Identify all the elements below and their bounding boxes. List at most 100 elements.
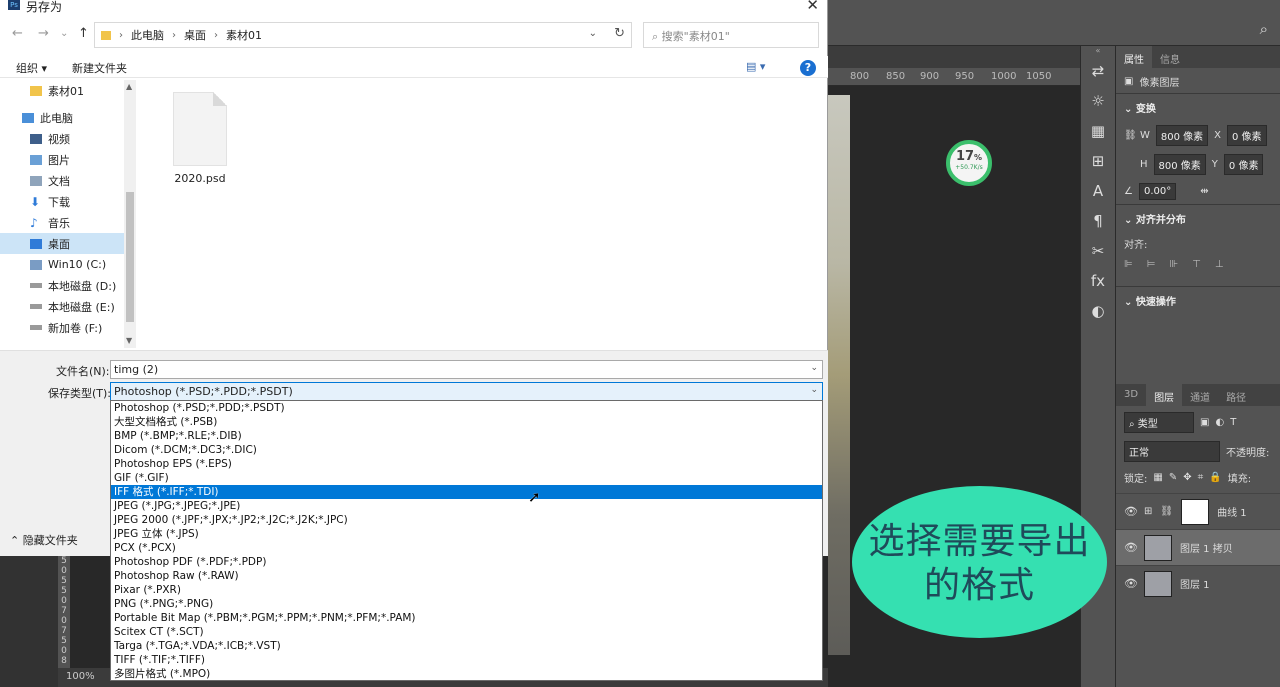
format-option[interactable]: Photoshop EPS (*.EPS) <box>111 457 822 471</box>
breadcrumb-desktop[interactable]: 桌面 <box>184 27 206 43</box>
align-center-icon[interactable]: ⊨ <box>1147 259 1156 270</box>
collapse-icon[interactable]: « <box>1081 46 1115 56</box>
transform-section[interactable]: ⌄ 变换 <box>1116 93 1280 121</box>
refresh-icon[interactable]: ↻ <box>614 26 625 41</box>
up-arrow-icon[interactable]: ↑ <box>78 26 89 41</box>
layer-filter-select[interactable]: ⌕ 类型 <box>1124 412 1194 433</box>
format-option[interactable]: Targa (*.TGA;*.VDA;*.ICB;*.VST) <box>111 639 822 653</box>
flip-horizontal-icon[interactable]: ⇹ <box>1200 186 1208 197</box>
tree-item-drive-c[interactable]: Win10 (C:) <box>0 254 124 275</box>
back-arrow-icon[interactable]: ← <box>12 26 23 41</box>
format-option[interactable]: GIF (*.GIF) <box>111 471 822 485</box>
tab-layers[interactable]: 图层 <box>1146 384 1183 406</box>
scroll-up-icon[interactable]: ▲ <box>126 82 132 91</box>
breadcrumb-this-pc[interactable]: 此电脑 <box>131 27 164 43</box>
format-option[interactable]: Scitex CT (*.SCT) <box>111 625 822 639</box>
layer-row-copy[interactable]: 👁 图层 1 拷贝 <box>1116 529 1280 565</box>
format-option[interactable]: TIFF (*.TIF;*.TIFF) <box>111 653 822 667</box>
tab-3d[interactable]: 3D <box>1116 384 1146 406</box>
blend-mode-select[interactable]: 正常 <box>1124 441 1220 462</box>
color-icon[interactable]: ☼ <box>1081 86 1115 116</box>
width-field[interactable]: 800 像素 <box>1155 125 1209 146</box>
link-icon[interactable]: ⛓ <box>1124 130 1137 141</box>
tree-item-music[interactable]: ♪ 音乐 <box>0 212 124 233</box>
chevron-down-icon[interactable]: ⌄ <box>810 363 818 373</box>
format-option[interactable]: 多图片格式 (*.MPO) <box>111 667 822 681</box>
tree-item-documents[interactable]: 文档 <box>0 170 124 191</box>
lock-brush-icon[interactable]: ✎ <box>1169 472 1177 483</box>
format-option[interactable]: Pixar (*.PXR) <box>111 583 822 597</box>
tree-item-drive-f[interactable]: 新加卷 (F:) <box>0 317 124 338</box>
tree-scrollbar[interactable]: ▲ ▼ <box>124 80 136 348</box>
tools-icon[interactable]: ✂ <box>1081 236 1115 266</box>
layer-name[interactable]: 图层 1 <box>1180 576 1210 591</box>
align-top-icon[interactable]: ⊤ <box>1192 259 1201 270</box>
layer-row-base[interactable]: 👁 图层 1 <box>1116 565 1280 601</box>
layer-thumbnail[interactable] <box>1144 570 1172 597</box>
eye-icon[interactable]: 👁 <box>1124 541 1138 554</box>
tree-item-downloads[interactable]: ⬇ 下载 <box>0 191 124 212</box>
file-item[interactable]: 2020.psd <box>172 92 228 185</box>
quick-actions-section[interactable]: ⌄ 快速操作 <box>1116 286 1280 314</box>
format-option[interactable]: JPEG (*.JPG;*.JPEG;*.JPE) <box>111 499 822 513</box>
libraries-icon[interactable]: ⊞ <box>1081 146 1115 176</box>
paragraph-icon[interactable]: ¶ <box>1081 206 1115 236</box>
tree-item-desktop[interactable]: 桌面 <box>0 233 124 254</box>
forward-arrow-icon[interactable]: → <box>38 26 49 41</box>
close-button[interactable]: ✕ <box>806 0 819 14</box>
lock-transparent-icon[interactable]: ▦ <box>1153 472 1162 483</box>
eye-icon[interactable]: 👁 <box>1124 505 1138 518</box>
format-option[interactable]: PCX (*.PCX) <box>111 541 822 555</box>
layer-name[interactable]: 曲线 1 <box>1217 504 1247 519</box>
scrollbar-thumb[interactable] <box>126 192 134 322</box>
tree-item-drive-d[interactable]: 本地磁盘 (D:) <box>0 275 124 296</box>
align-middle-icon[interactable]: ⊥ <box>1215 259 1224 270</box>
align-right-icon[interactable]: ⊪ <box>1169 259 1178 270</box>
lock-move-icon[interactable]: ✥ <box>1183 472 1191 483</box>
chevron-down-icon[interactable]: ⌄ <box>589 28 597 39</box>
filter-image-icon[interactable]: ▣ <box>1200 417 1209 428</box>
lock-all-icon[interactable]: 🔒 <box>1209 472 1221 483</box>
format-option[interactable]: Dicom (*.DCM;*.DC3;*.DIC) <box>111 443 822 457</box>
help-icon[interactable]: ? <box>800 60 816 76</box>
search-icon[interactable]: ⌕ <box>1260 20 1268 38</box>
swatches-icon[interactable]: ▦ <box>1081 116 1115 146</box>
align-left-icon[interactable]: ⊫ <box>1124 259 1133 270</box>
eye-icon[interactable]: 👁 <box>1124 577 1138 590</box>
format-option[interactable]: Portable Bit Map (*.PBM;*.PGM;*.PPM;*.PN… <box>111 611 822 625</box>
scroll-down-icon[interactable]: ▼ <box>126 336 132 345</box>
format-option[interactable]: JPEG 立体 (*.JPS) <box>111 527 822 541</box>
tree-item-folder[interactable]: 素材01 <box>0 80 124 101</box>
filter-adjust-icon[interactable]: ◐ <box>1215 417 1224 428</box>
lock-artboard-icon[interactable]: ⌗ <box>1198 472 1204 483</box>
tree-item-pictures[interactable]: 图片 <box>0 149 124 170</box>
chevron-down-icon[interactable]: ⌄ <box>810 385 818 395</box>
format-option[interactable]: Photoshop Raw (*.RAW) <box>111 569 822 583</box>
breadcrumb-folder[interactable]: 素材01 <box>226 27 262 43</box>
address-bar[interactable]: › 此电脑 › 桌面 › 素材01 ⌄ ↻ <box>94 22 632 48</box>
format-option[interactable]: PNG (*.PNG;*.PNG) <box>111 597 822 611</box>
layer-name[interactable]: 图层 1 拷贝 <box>1180 540 1233 555</box>
organize-button[interactable]: 组织 ▾ <box>16 60 47 76</box>
layer-thumbnail[interactable] <box>1144 534 1172 561</box>
adjustments-icon[interactable]: ◐ <box>1081 296 1115 326</box>
new-folder-button[interactable]: 新建文件夹 <box>72 60 127 76</box>
tree-item-videos[interactable]: 视频 <box>0 128 124 149</box>
x-field[interactable]: 0 像素 <box>1227 125 1267 146</box>
recent-locations-icon[interactable]: ⌄ <box>60 28 68 39</box>
hide-folders-toggle[interactable]: ⌃ 隐藏文件夹 <box>10 532 78 548</box>
format-option[interactable]: BMP (*.BMP;*.RLE;*.DIB) <box>111 429 822 443</box>
tab-paths[interactable]: 路径 <box>1218 384 1254 406</box>
format-option[interactable]: 大型文档格式 (*.PSB) <box>111 415 822 429</box>
tab-info[interactable]: 信息 <box>1152 46 1188 68</box>
format-option[interactable]: Photoshop PDF (*.PDF;*.PDP) <box>111 555 822 569</box>
layer-mask-thumbnail[interactable] <box>1181 498 1210 525</box>
y-field[interactable]: 0 像素 <box>1223 154 1264 175</box>
filename-field[interactable]: timg (2) ⌄ <box>110 360 823 379</box>
tab-channels[interactable]: 通道 <box>1182 384 1218 406</box>
layer-row-curves[interactable]: 👁 ⊞ ⛓ 曲线 1 <box>1116 493 1280 529</box>
format-option[interactable]: JPEG 2000 (*.JPF;*.JPX;*.JP2;*.J2C;*.J2K… <box>111 513 822 527</box>
align-section[interactable]: ⌄ 对齐并分布 <box>1116 204 1280 232</box>
view-options-button[interactable]: ▤ ▾ <box>746 60 765 73</box>
tree-item-drive-e[interactable]: 本地磁盘 (E:) <box>0 296 124 317</box>
